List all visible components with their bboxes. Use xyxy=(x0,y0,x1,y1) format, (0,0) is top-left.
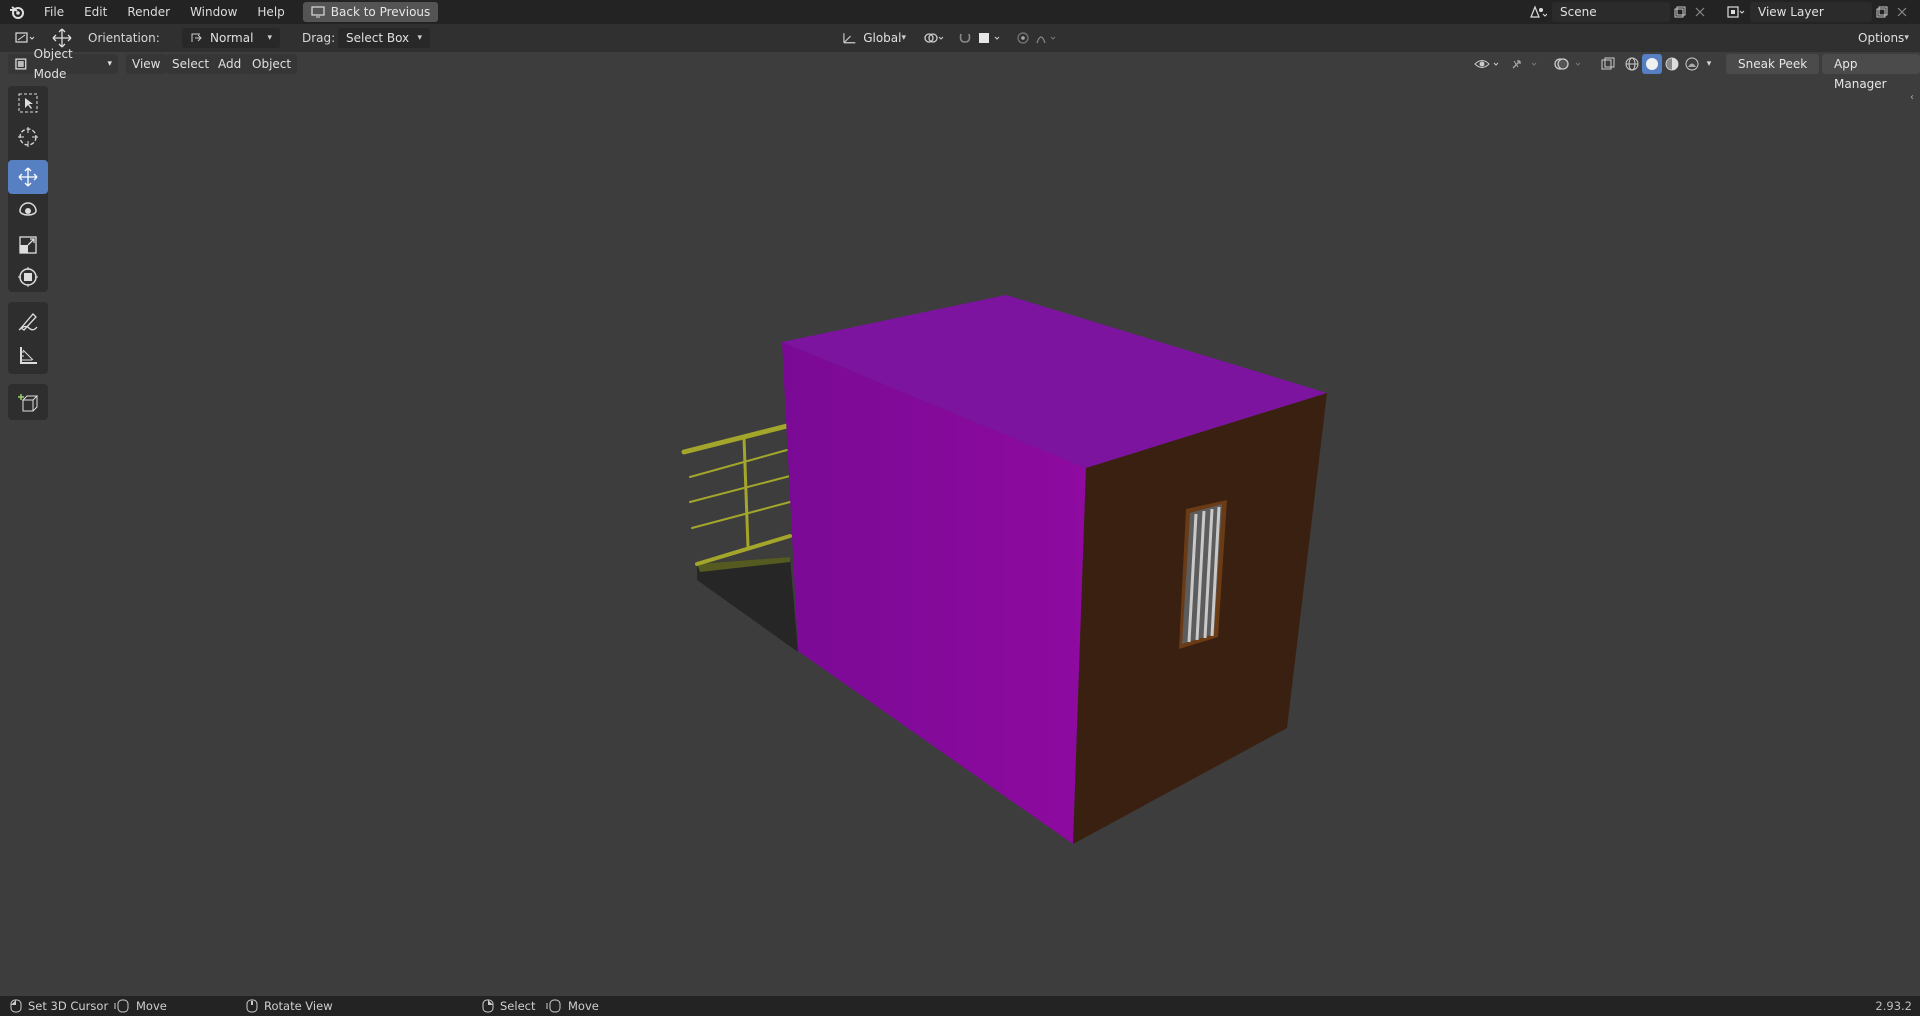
drag-label: Drag: xyxy=(302,31,336,45)
3d-viewport[interactable] xyxy=(0,52,1920,996)
menu-help[interactable]: Help xyxy=(247,0,294,24)
view-layer-name: View Layer xyxy=(1758,5,1824,19)
status-rotate-view-label: Rotate View xyxy=(264,999,333,1013)
add-cube-tool-icon[interactable] xyxy=(8,386,48,420)
blender-logo-icon[interactable] xyxy=(0,4,34,20)
viewport-header: Object Mode ▾ View Select Add Object ▾ S… xyxy=(0,47,1920,103)
new-view-layer-icon[interactable] xyxy=(1872,2,1892,22)
menu-select[interactable]: Select xyxy=(166,54,216,74)
orientation-dropdown[interactable]: Normal ▾ xyxy=(182,28,280,48)
annotate-tool-icon[interactable] xyxy=(8,304,48,338)
xray-icon[interactable] xyxy=(1598,54,1618,74)
mouse-right-icon xyxy=(482,999,494,1013)
mouse-drag-icon xyxy=(546,999,561,1013)
measure-tool-icon[interactable] xyxy=(8,338,48,372)
drag-value: Select Box xyxy=(346,31,410,45)
scale-tool-icon[interactable] xyxy=(8,228,48,262)
pivot-point-icon[interactable] xyxy=(920,28,950,48)
status-set-cursor: Set 3D Cursor xyxy=(10,996,108,1016)
drag-dropdown[interactable]: Select Box ▾ xyxy=(338,28,430,48)
rotate-tool-icon[interactable] xyxy=(8,194,48,228)
move-tool-icon[interactable] xyxy=(8,160,48,194)
status-rotate-view: Rotate View xyxy=(246,996,333,1016)
menu-object[interactable]: Object xyxy=(246,54,298,74)
status-move-2-label: Move xyxy=(568,999,599,1013)
top-menu-bar: File Edit Render Window Help Back to Pre… xyxy=(0,0,1920,24)
back-to-previous-label: Back to Previous xyxy=(330,5,431,19)
scene-browse-icon[interactable] xyxy=(1524,2,1552,22)
options-label: Options xyxy=(1858,31,1905,45)
status-move-label: Move xyxy=(136,999,167,1013)
delete-view-layer-icon[interactable] xyxy=(1892,2,1912,22)
object-mode-icon xyxy=(15,58,27,70)
status-select-label: Select xyxy=(500,999,536,1013)
delete-scene-icon[interactable] xyxy=(1690,2,1710,22)
mouse-middle-icon xyxy=(246,999,258,1013)
select-box-tool-icon[interactable] xyxy=(8,86,48,120)
view-layer-browse-icon[interactable] xyxy=(1722,2,1750,22)
status-select: Select xyxy=(482,996,535,1016)
new-scene-icon[interactable] xyxy=(1670,2,1690,22)
status-move: Move xyxy=(114,996,167,1016)
wireframe-shading-icon[interactable] xyxy=(1622,54,1642,74)
proportional-editing-icon[interactable] xyxy=(1014,28,1064,48)
chevron-down-icon: ▾ xyxy=(417,33,422,43)
options-dropdown[interactable]: Options ▾ xyxy=(1850,28,1914,48)
visibility-eye-icon[interactable] xyxy=(1472,54,1504,74)
mode-value: Object Mode xyxy=(33,47,73,81)
tool-settings-header: Orientation: Normal ▾ Drag: Select Box ▾… xyxy=(0,24,1920,52)
menu-render[interactable]: Render xyxy=(117,0,180,24)
normal-orientation-icon xyxy=(191,33,202,42)
sneak-peek-button[interactable]: Sneak Peek xyxy=(1726,54,1820,74)
menu-view[interactable]: View xyxy=(126,54,167,74)
balcony-floor xyxy=(697,557,798,652)
menu-add[interactable]: Add xyxy=(212,54,248,74)
snap-icon[interactable] xyxy=(956,28,1008,48)
transform-tool-icon[interactable] xyxy=(8,260,48,294)
mouse-left-icon xyxy=(10,999,22,1013)
chevron-down-icon: ▾ xyxy=(267,33,272,43)
menu-edit[interactable]: Edit xyxy=(74,0,117,24)
global-axis-icon xyxy=(843,33,856,44)
solid-shading-icon[interactable] xyxy=(1642,54,1662,74)
scene-selector: Scene xyxy=(1524,2,1710,22)
status-set-cursor-label: Set 3D Cursor xyxy=(28,999,109,1013)
cursor-tool-icon[interactable] xyxy=(8,120,48,154)
scene-name: Scene xyxy=(1560,5,1597,19)
shading-modes: ▾ xyxy=(1622,54,1716,74)
status-move-2: Move xyxy=(546,996,599,1016)
mouse-drag-icon xyxy=(114,999,129,1013)
scene-name-field[interactable]: Scene xyxy=(1552,2,1670,22)
sidebar-toggle-icon[interactable]: ‹ xyxy=(1910,92,1914,103)
orientation-value: Normal xyxy=(210,31,254,45)
app-manager-button[interactable]: App Manager xyxy=(1822,54,1920,91)
overlays-icon[interactable] xyxy=(1552,54,1586,74)
status-bar: Set 3D Cursor Move Rotate View Select Mo… xyxy=(0,996,1920,1016)
chevron-down-icon: ▾ xyxy=(1904,33,1909,43)
view-layer-selector: View Layer xyxy=(1722,2,1912,22)
menu-window[interactable]: Window xyxy=(180,0,247,24)
material-shading-icon[interactable] xyxy=(1662,54,1682,74)
menu-file[interactable]: File xyxy=(34,0,74,24)
view-layer-name-field[interactable]: View Layer xyxy=(1750,2,1872,22)
version-label: 2.93.2 xyxy=(1875,999,1912,1013)
mode-dropdown[interactable]: Object Mode ▾ xyxy=(8,47,118,81)
chevron-down-icon: ▾ xyxy=(107,59,112,69)
shading-options-chevron-icon[interactable]: ▾ xyxy=(1702,54,1716,74)
screen-icon xyxy=(311,6,325,18)
rendered-shading-icon[interactable] xyxy=(1682,54,1702,74)
transform-orientation-dropdown[interactable]: Global ▾ xyxy=(834,28,914,48)
chevron-down-icon: ▾ xyxy=(901,33,906,43)
transform-orientation-value: Global xyxy=(863,31,902,45)
gizmo-icon[interactable] xyxy=(1508,54,1542,74)
back-to-previous-button[interactable]: Back to Previous xyxy=(302,2,439,22)
balcony-railing xyxy=(681,423,792,566)
